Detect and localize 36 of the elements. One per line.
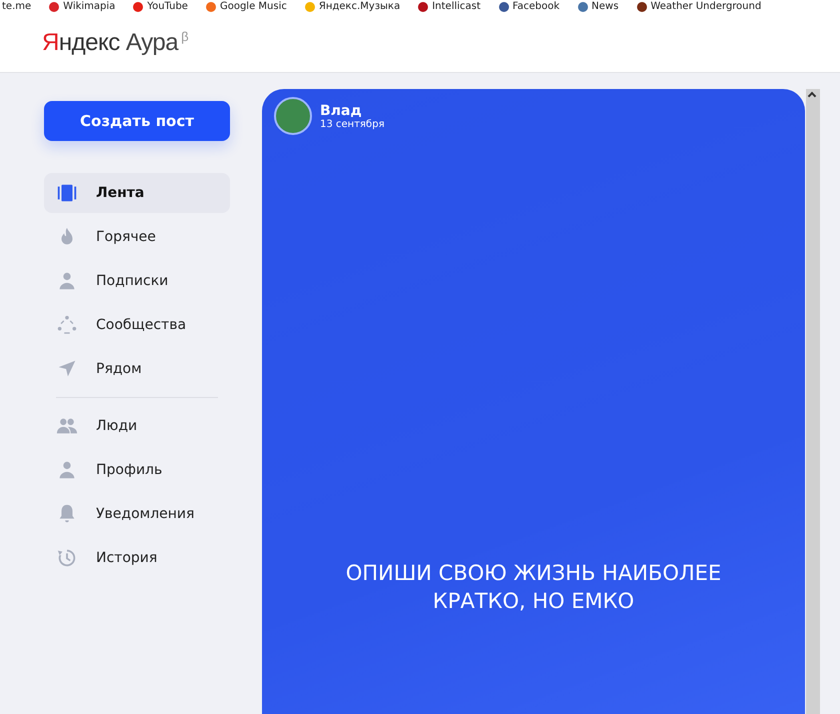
bookmark-icon [498, 2, 509, 12]
nav-item[interactable]: Профиль [44, 450, 230, 490]
bookmark-icon [418, 2, 428, 12]
bookmark-link[interactable]: News [578, 0, 619, 14]
bookmark-link[interactable]: te.me [2, 0, 32, 14]
bookmark-link[interactable]: Facebook [498, 0, 560, 14]
bookmark-link[interactable]: YouTube [133, 0, 188, 14]
nav-item[interactable]: Лента [44, 173, 230, 213]
bookmark-link[interactable]: Wikimapia [49, 0, 116, 14]
nav-item[interactable]: Подписки [44, 261, 230, 301]
bookmark-icon [133, 2, 144, 12]
post-text: ОПИШИ СВОЮ ЖИЗНЬ НАИБОЛЕЕ КРАТКО, НО ЕМКО [344, 560, 722, 615]
nav-item[interactable]: Горячее [44, 217, 230, 257]
bookmark-link[interactable]: Google Music [206, 0, 287, 14]
bookmark-link[interactable]: Intellicast [418, 0, 481, 14]
bookmark-link[interactable]: Weather Underground [636, 0, 762, 14]
scrollbar[interactable] [806, 89, 820, 714]
nav-item[interactable]: История [44, 538, 230, 578]
logo[interactable]: Яндекс Аура$^{β}$ [42, 29, 188, 57]
history-icon [56, 547, 78, 569]
nav-item[interactable]: Рядом [44, 349, 230, 389]
avatar[interactable] [274, 97, 312, 135]
bookmark-link[interactable]: Яндекс.Музыка [304, 0, 400, 14]
create-post-button[interactable]: Создать пост [44, 101, 230, 141]
bookmark-icon [636, 2, 647, 12]
bookmark-icon [304, 2, 315, 12]
nav-item[interactable]: Люди [44, 406, 230, 446]
nav-item[interactable]: Уведомления [44, 494, 230, 534]
bookmark-icon [206, 2, 216, 12]
community-icon [56, 314, 78, 336]
bookmark-icon [49, 2, 60, 12]
post-date: 13 сентября [320, 118, 384, 130]
bookmark-icon [578, 2, 588, 12]
feed-icon [56, 182, 78, 204]
nav-item[interactable]: Сообщества [44, 305, 230, 345]
author-name[interactable]: Влад [320, 102, 384, 118]
